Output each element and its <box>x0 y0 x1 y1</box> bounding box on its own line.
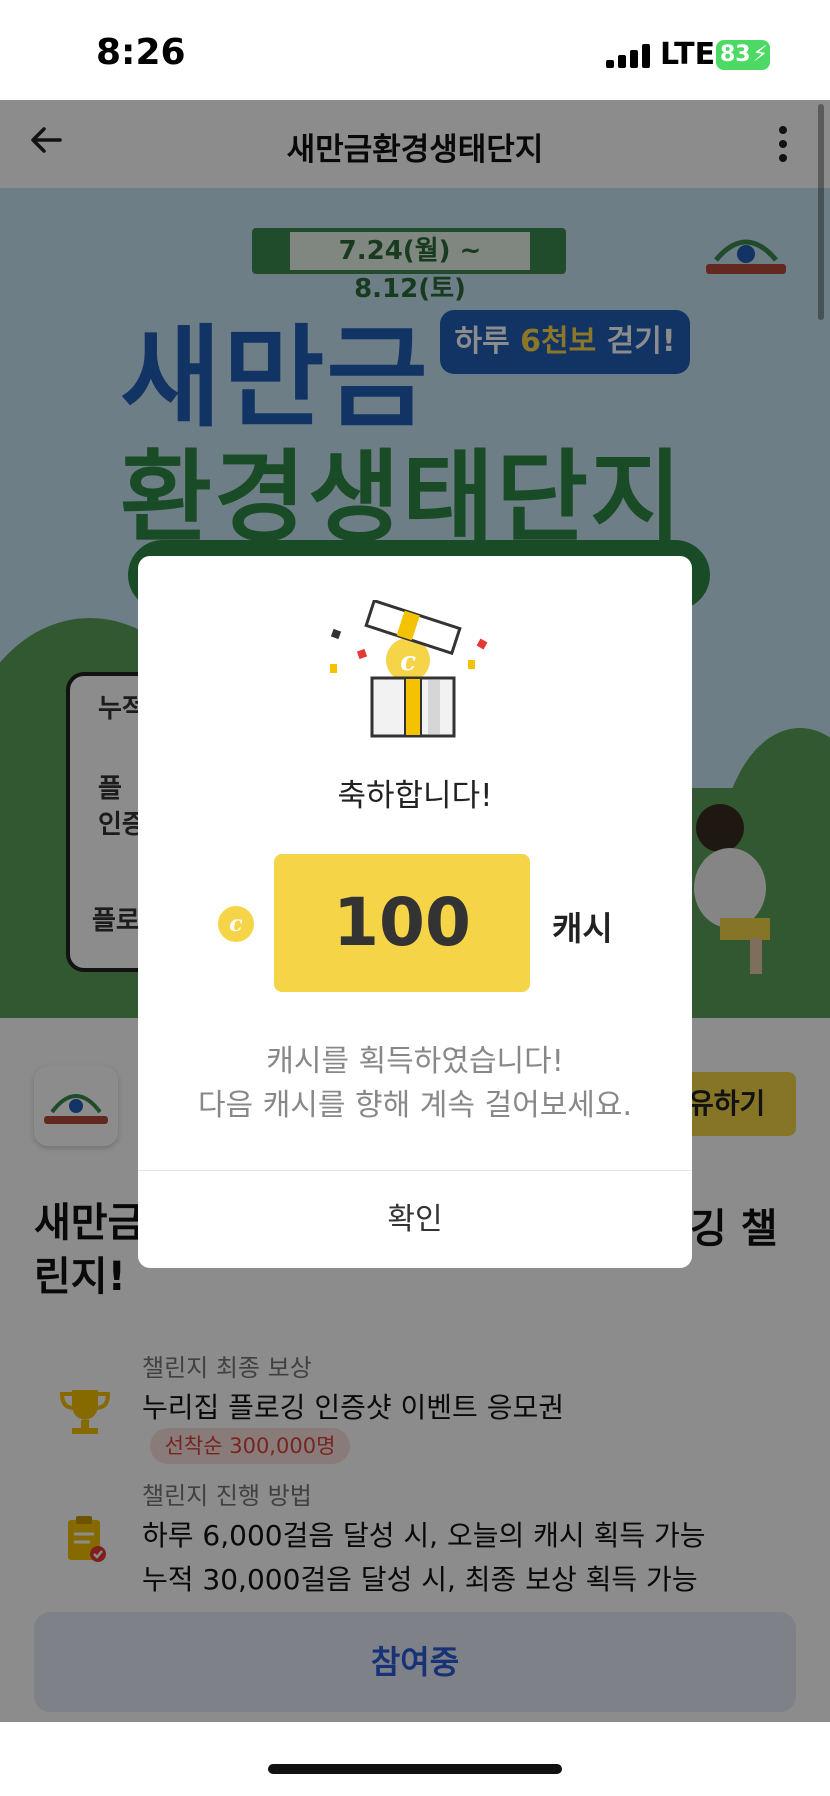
reward-amount: 100 <box>274 854 530 992</box>
battery-icon: 83 ⚡ <box>716 40 770 70</box>
reward-dialog: c 축하합니다! c 100 캐시 캐시를 획득하였습니다! 다음 캐시를 향해… <box>138 556 692 1268</box>
status-bar: 8:26 LTE 83 ⚡ <box>0 0 830 100</box>
reward-message: 다음 캐시를 향해 계속 걸어보세요. <box>197 1088 633 1123</box>
cash-coin-icon: c <box>218 906 254 942</box>
reward-unit: 캐시 <box>552 909 613 948</box>
reward-message: 캐시를 획득하였습니다! <box>266 1044 564 1079</box>
confirm-button[interactable]: 확인 <box>138 1171 692 1268</box>
battery-level: 83 <box>720 42 751 67</box>
home-indicator[interactable] <box>268 1764 562 1774</box>
network-type: LTE <box>660 37 716 72</box>
gift-box-icon: c <box>330 600 488 738</box>
signal-icon <box>606 44 652 68</box>
svg-text:c: c <box>400 647 416 677</box>
scrollbar-thumb[interactable] <box>818 104 824 320</box>
charging-bolt-icon: ⚡ <box>752 42 768 67</box>
congrats-text: 축하합니다! <box>337 778 493 814</box>
status-time: 8:26 <box>96 32 186 73</box>
home-bar-area <box>0 1722 830 1796</box>
